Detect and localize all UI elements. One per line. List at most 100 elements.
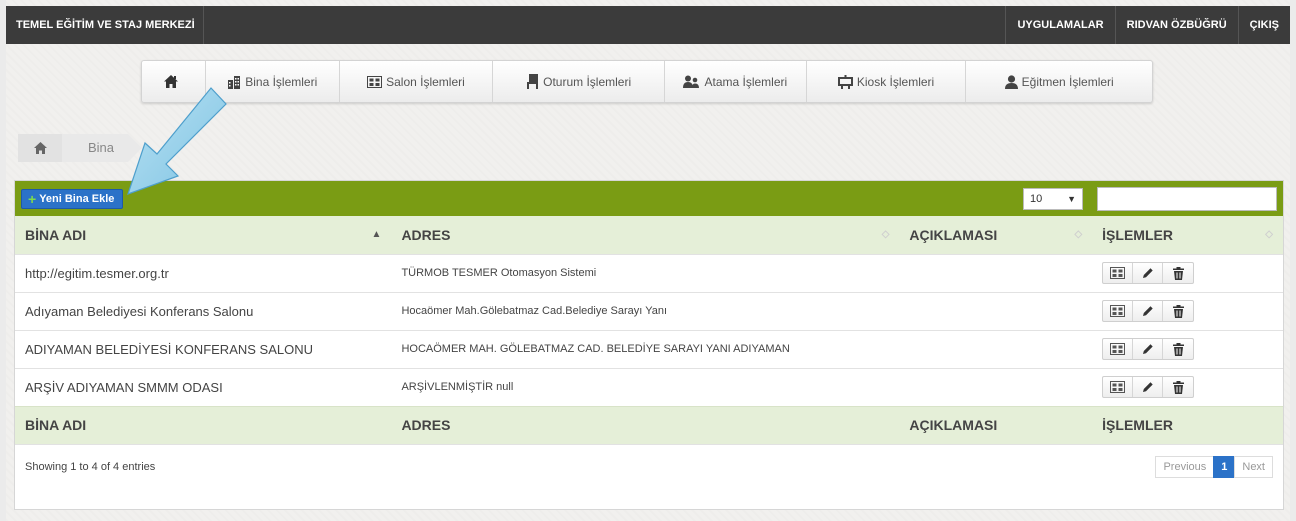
cell-adres: ARŞİVLENMİŞTİR null <box>391 367 900 406</box>
col-header-bina-adi[interactable]: BİNA ADI ▲ <box>15 216 392 254</box>
cell-adres: Hocaömer Mah.Gölebatmaz Cad.Belediye Sar… <box>391 291 900 330</box>
foot-header-islemler: İŞLEMLER <box>1092 405 1283 444</box>
entries-info: Showing 1 to 4 of 4 entries <box>25 461 156 473</box>
top-nav: UYGULAMALAR RIDVAN ÖZBÜĞRÜ ÇIKIŞ <box>1005 6 1290 44</box>
cell-aciklamasi <box>899 253 1093 292</box>
cell-bina-adi: Adıyaman Belediyesi Konferans Salonu <box>15 291 392 330</box>
pencil-icon <box>1142 267 1154 279</box>
table-controls: 10 ▼ <box>1023 186 1277 211</box>
menu-oturum-label: Oturum İşlemleri <box>543 74 632 89</box>
delete-button[interactable] <box>1163 339 1193 359</box>
table-row: Adıyaman Belediyesi Konferans Salonu Hoca… <box>15 291 1283 330</box>
trash-icon <box>1172 266 1184 280</box>
page-length-value: 10 <box>1030 192 1043 205</box>
sort-asc-icon: ▲ <box>371 229 382 240</box>
pencil-icon <box>1142 343 1154 355</box>
table-row: ADIYAMAN BELEDİYESİ KONFERANS SALONU HOCA… <box>15 329 1283 368</box>
page-1-button[interactable]: 1 <box>1213 456 1236 478</box>
edit-button[interactable] <box>1133 263 1164 283</box>
foot-header-adres: ADRES <box>391 405 900 444</box>
salon-action-icon <box>1110 305 1126 317</box>
menu-kiosk[interactable]: Kiosk İşlemleri <box>807 61 967 102</box>
sort-both-icon: ◇ <box>1074 229 1083 240</box>
salons-button[interactable] <box>1103 263 1134 283</box>
sort-both-icon: ◇ <box>1265 229 1273 240</box>
panel-footer: Showing 1 to 4 of 4 entries Previous 1 N… <box>15 444 1283 489</box>
menu-egitmen[interactable]: Eğitmen İşlemleri <box>966 61 1152 102</box>
delete-button[interactable] <box>1163 377 1193 397</box>
breadcrumb: Bina <box>18 134 143 162</box>
brand-title[interactable]: TEMEL EĞİTİM VE STAJ MERKEZİ <box>6 6 204 44</box>
cell-bina-adi: ARŞİV ADIYAMAN SMMM ODASI <box>15 367 392 406</box>
prev-button[interactable]: Previous <box>1155 456 1215 478</box>
row-actions <box>1102 338 1195 360</box>
delete-button[interactable] <box>1163 263 1193 283</box>
main-menu: Bina İşlemleri Salon İşlemleri Oturum İş… <box>141 60 1153 103</box>
salons-button[interactable] <box>1103 339 1134 359</box>
menu-atama[interactable]: Atama İşlemleri <box>665 61 807 102</box>
col-header-aciklamasi[interactable]: AÇIKLAMASI ◇ <box>899 216 1093 254</box>
table-body: http://egitim.tesmer.org.tr TÜRMOB TESMER… <box>15 253 1283 406</box>
nav-uygulamalar[interactable]: UYGULAMALAR <box>1005 6 1114 44</box>
col-header-islemler[interactable]: İŞLEMLER ◇ <box>1092 216 1283 254</box>
pencil-icon <box>1142 305 1154 317</box>
menu-bina[interactable]: Bina İşlemleri <box>206 61 340 102</box>
cell-islemler <box>1092 367 1283 406</box>
edit-button[interactable] <box>1133 377 1164 397</box>
user-icon <box>1004 74 1018 89</box>
add-bina-label: Yeni Bina Ekle <box>39 192 115 205</box>
bina-panel: + Yeni Bina Ekle 10 ▼ BİNA ADI ▲ ADRES ◇ A… <box>14 180 1284 510</box>
delete-button[interactable] <box>1163 301 1193 321</box>
cell-bina-adi: http://egitim.tesmer.org.tr <box>15 253 392 292</box>
table-footer-row: BİNA ADI ADRES AÇIKLAMASI İŞLEMLER <box>15 405 1283 444</box>
next-button[interactable]: Next <box>1234 456 1273 478</box>
menu-oturum[interactable]: Oturum İşlemleri <box>493 61 665 102</box>
cell-adres: TÜRMOB TESMER Otomasyon Sistemi <box>391 253 900 292</box>
pagination: Previous 1 Next <box>1155 456 1273 478</box>
edit-button[interactable] <box>1133 301 1164 321</box>
menu-salon[interactable]: Salon İşlemleri <box>340 61 494 102</box>
salons-button[interactable] <box>1103 301 1134 321</box>
panel-header: + Yeni Bina Ekle 10 ▼ <box>15 181 1283 216</box>
trash-icon <box>1172 342 1184 356</box>
salons-button[interactable] <box>1103 377 1134 397</box>
chair-icon <box>527 74 539 89</box>
caret-down-icon: ▼ <box>1067 193 1076 204</box>
breadcrumb-home[interactable] <box>18 134 76 162</box>
nav-user[interactable]: RIDVAN ÖZBÜĞRÜ <box>1114 6 1238 44</box>
row-actions <box>1102 376 1195 398</box>
search-input[interactable] <box>1097 186 1277 211</box>
cell-aciklamasi <box>899 329 1093 368</box>
cell-islemler <box>1092 291 1283 330</box>
salon-action-icon <box>1110 381 1126 393</box>
edit-button[interactable] <box>1133 339 1164 359</box>
breadcrumb-current: Bina <box>62 134 143 162</box>
users-icon <box>683 75 700 88</box>
page: TEMEL EĞİTİM VE STAJ MERKEZİ UYGULAMALAR… <box>6 0 1290 521</box>
trash-icon <box>1172 380 1184 394</box>
cell-aciklamasi <box>899 367 1093 406</box>
home-icon <box>164 75 179 88</box>
cell-islemler <box>1092 253 1283 292</box>
cell-adres: HOCAÖMER MAH. GÖLEBATMAZ CAD. BELEDİYE S… <box>391 329 900 368</box>
trash-icon <box>1172 304 1184 318</box>
menu-salon-label: Salon İşlemleri <box>386 74 465 89</box>
foot-header-aciklamasi: AÇIKLAMASI <box>899 405 1093 444</box>
pencil-icon <box>1142 381 1154 393</box>
menu-atama-label: Atama İşlemleri <box>704 74 788 89</box>
foot-header-bina-adi: BİNA ADI <box>15 405 392 444</box>
cell-aciklamasi <box>899 291 1093 330</box>
col-header-adres[interactable]: ADRES ◇ <box>391 216 900 254</box>
building-icon <box>228 75 241 89</box>
menu-bina-label: Bina İşlemleri <box>245 74 318 89</box>
table-header-row: BİNA ADI ▲ ADRES ◇ AÇIKLAMASI ◇ İŞLEMLER ◇ <box>15 216 1283 254</box>
top-bar: TEMEL EĞİTİM VE STAJ MERKEZİ UYGULAMALAR… <box>6 6 1290 44</box>
nav-logout[interactable]: ÇIKIŞ <box>1237 6 1290 44</box>
row-actions <box>1102 300 1195 322</box>
add-bina-button[interactable]: + Yeni Bina Ekle <box>21 188 124 209</box>
page-length-select[interactable]: 10 ▼ <box>1023 187 1083 210</box>
kiosk-icon <box>837 74 853 89</box>
cell-islemler <box>1092 329 1283 368</box>
plus-icon: + <box>28 190 37 207</box>
menu-home[interactable] <box>142 61 206 102</box>
